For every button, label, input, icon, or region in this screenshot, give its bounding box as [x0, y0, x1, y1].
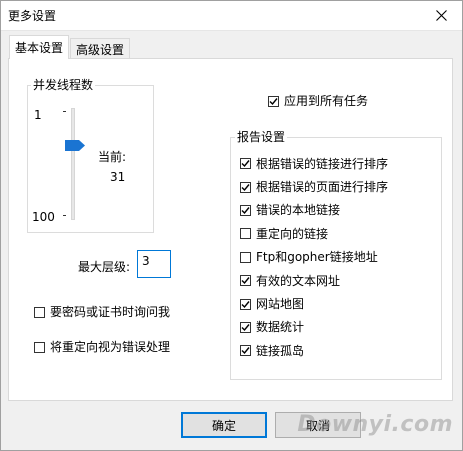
report-item[interactable]: Ftp和gopher链接地址 — [240, 246, 388, 269]
report-item-checkbox[interactable] — [240, 321, 251, 333]
ask-password-label: 要密码或证书时询问我 — [50, 305, 171, 319]
check-icon — [241, 347, 250, 355]
check-icon — [241, 300, 250, 308]
report-list: 根据错误的链接进行排序 根据错误的页面进行排序 错误的本地链接 重定向的链接 F… — [240, 152, 388, 363]
report-item-label: 根据错误的链接进行排序 — [256, 156, 389, 171]
threads-slider[interactable] — [63, 108, 85, 224]
report-item-checkbox[interactable] — [240, 204, 251, 216]
ask-password-option[interactable]: 要密码或证书时询问我 — [34, 305, 170, 319]
slider-max-label: 100 — [32, 210, 55, 224]
report-item-label: 错误的本地链接 — [256, 203, 341, 218]
ok-button[interactable]: 确定 — [181, 412, 267, 438]
report-item-checkbox[interactable] — [240, 181, 251, 193]
slider-tick-top — [63, 111, 66, 112]
report-item-label: 根据错误的页面进行排序 — [256, 180, 389, 195]
threads-group-label: 并发线程数 — [31, 78, 96, 92]
watermark: Downyi.com — [297, 412, 453, 437]
close-icon — [435, 9, 447, 21]
check-icon — [241, 277, 250, 285]
check-icon — [241, 323, 250, 331]
tab-basic-settings[interactable]: 基本设置 — [9, 35, 69, 59]
report-item[interactable]: 重定向的链接 — [240, 222, 388, 245]
report-item-checkbox[interactable] — [240, 345, 251, 357]
report-item[interactable]: 链接孤岛 — [240, 339, 388, 362]
title-bar — [0, 0, 463, 31]
check-icon — [269, 97, 278, 105]
report-item-label: 网站地图 — [256, 297, 305, 312]
report-group-label: 报告设置 — [235, 130, 288, 144]
report-item-label: 数据统计 — [256, 320, 305, 335]
report-item[interactable]: 数据统计 — [240, 316, 388, 339]
check-icon — [241, 183, 250, 191]
report-item-label: 重定向的链接 — [256, 226, 329, 241]
slider-track — [71, 108, 75, 220]
current-value: 31 — [110, 170, 126, 184]
report-item[interactable]: 错误的本地链接 — [240, 199, 388, 222]
redirect-as-error-checkbox[interactable] — [34, 341, 45, 353]
slider-thumb[interactable] — [65, 140, 85, 151]
check-icon — [241, 160, 250, 168]
slider-min-label: 1 — [34, 108, 42, 122]
report-item-checkbox[interactable] — [240, 298, 251, 310]
tab-advanced-settings[interactable]: 高级设置 — [70, 38, 130, 59]
ok-button-label: 确定 — [211, 418, 236, 433]
report-item-label: 链接孤岛 — [256, 343, 305, 358]
tab-basic-settings-label: 基本设置 — [14, 41, 63, 55]
report-item-label: 有效的文本网址 — [256, 273, 341, 288]
apply-all-checkbox[interactable] — [268, 95, 279, 107]
max-depth-value: 3 — [142, 254, 150, 268]
ask-password-checkbox[interactable] — [34, 306, 45, 318]
report-item[interactable]: 根据错误的页面进行排序 — [240, 175, 388, 198]
close-button[interactable] — [419, 0, 463, 30]
redirect-as-error-option[interactable]: 将重定向视为错误处理 — [34, 340, 170, 354]
redirect-as-error-label: 将重定向视为错误处理 — [50, 340, 171, 354]
apply-all-label: 应用到所有任务 — [284, 94, 369, 108]
report-item-label: Ftp和gopher链接地址 — [256, 250, 378, 265]
report-item-checkbox[interactable] — [240, 251, 251, 263]
apply-all-option[interactable]: 应用到所有任务 — [268, 94, 368, 108]
report-item[interactable]: 根据错误的链接进行排序 — [240, 152, 388, 175]
report-item-checkbox[interactable] — [240, 158, 251, 170]
window-title: 更多设置 — [8, 9, 57, 23]
report-item-checkbox[interactable] — [240, 228, 251, 240]
report-item-checkbox[interactable] — [240, 275, 251, 287]
report-item[interactable]: 有效的文本网址 — [240, 269, 388, 292]
slider-tick-bottom — [63, 215, 66, 216]
max-depth-label: 最大层级: — [78, 260, 131, 274]
report-item[interactable]: 网站地图 — [240, 292, 388, 315]
current-label: 当前: — [98, 150, 127, 164]
max-depth-input[interactable]: 3 — [137, 250, 171, 278]
tab-advanced-settings-label: 高级设置 — [75, 42, 124, 57]
check-icon — [241, 207, 250, 215]
